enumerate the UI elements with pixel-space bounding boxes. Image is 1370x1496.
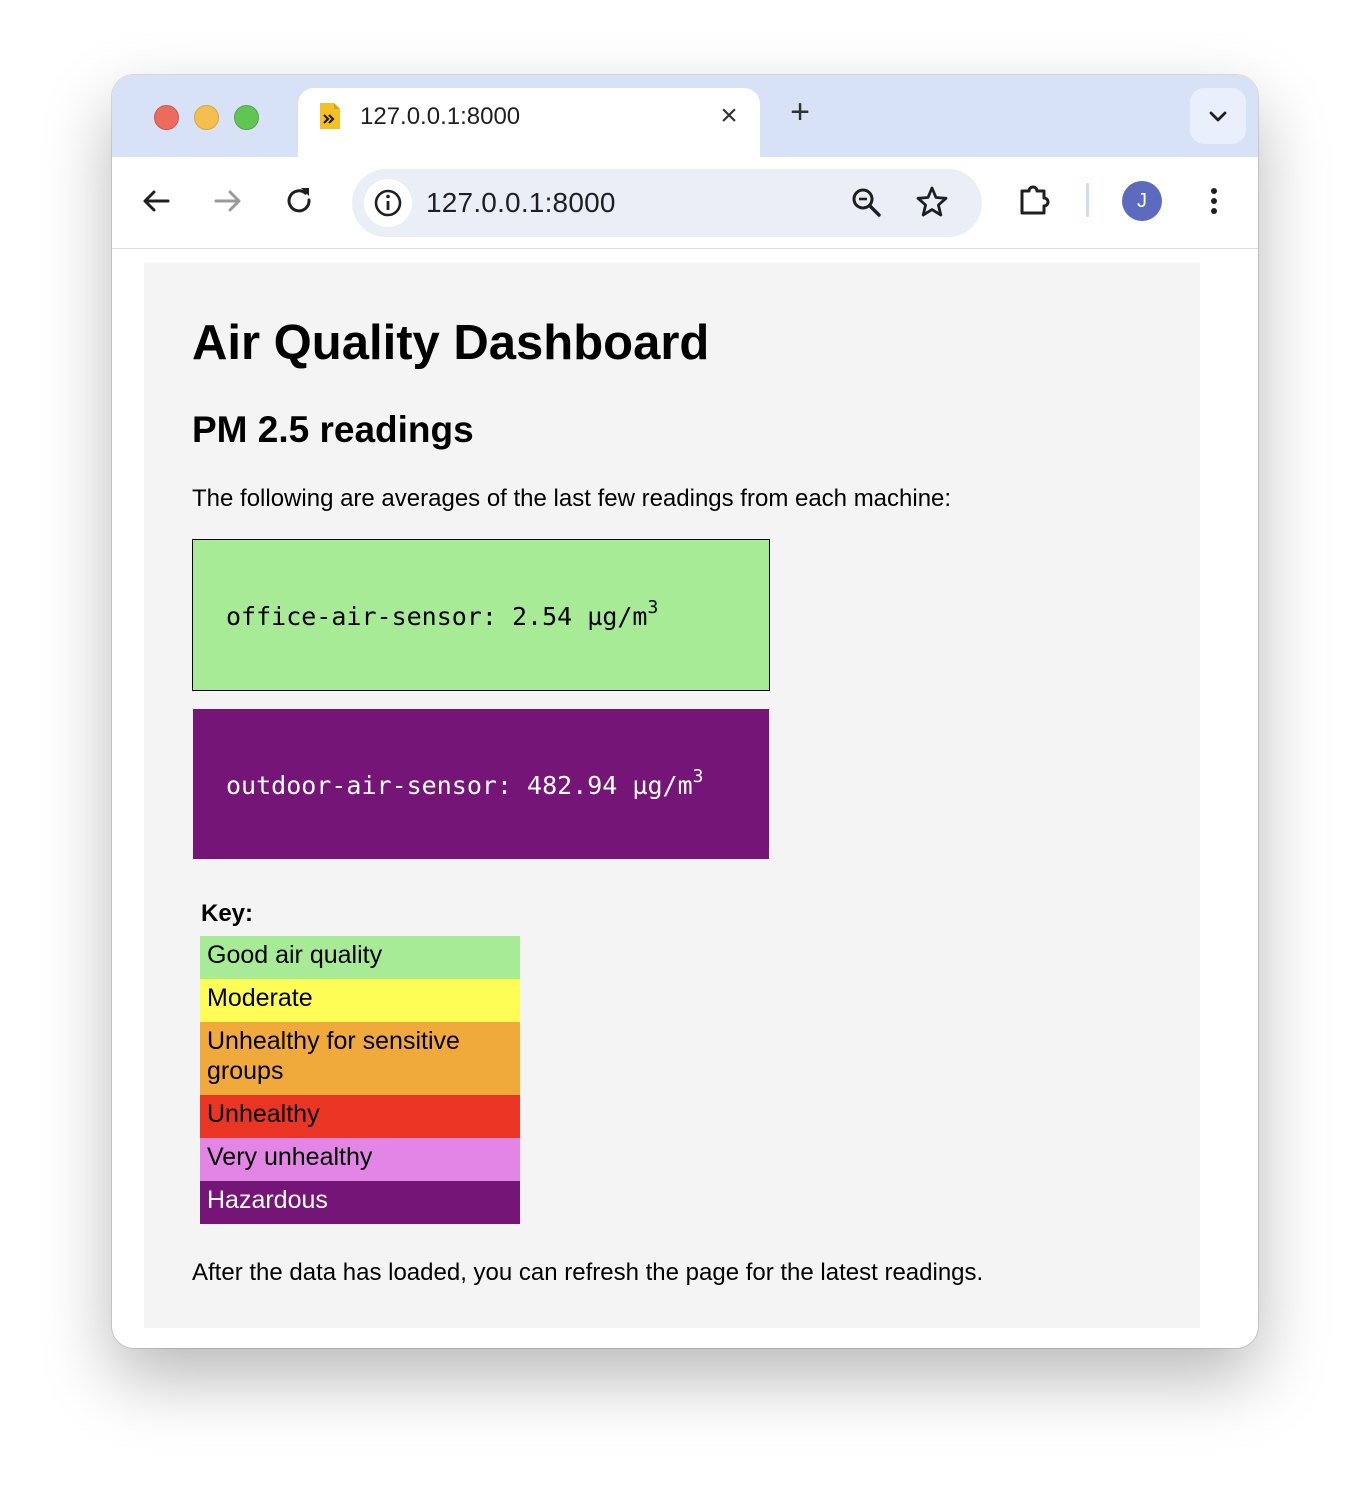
minimize-window-button[interactable] — [194, 105, 219, 130]
extensions-puzzle-icon[interactable] — [1016, 179, 1056, 219]
forward-arrow-icon[interactable] — [210, 183, 246, 219]
footer-note: After the data has loaded, you can refre… — [192, 1259, 984, 1286]
zoom-icon[interactable] — [850, 186, 884, 220]
new-tab-icon[interactable]: + — [784, 95, 816, 129]
intro-text: The following are averages of the last f… — [192, 485, 952, 512]
toolbar-divider — [1086, 183, 1089, 217]
reading-card-office: office-air-sensor: 2.54 µg/m3 — [192, 539, 770, 691]
reading-card-outdoor: outdoor-air-sensor: 482.94 µg/m3 — [193, 709, 769, 859]
url-text[interactable]: 127.0.0.1:8000 — [426, 188, 616, 218]
key-heading: Key: — [201, 900, 254, 927]
reading-unit: µg/m — [587, 602, 648, 631]
section-heading: PM 2.5 readings — [192, 409, 474, 450]
key-item-unhealthy: Unhealthy — [200, 1095, 520, 1138]
bookmark-star-icon[interactable] — [914, 184, 950, 220]
chevron-down-icon — [1209, 111, 1227, 122]
dashboard-container: Air Quality Dashboard PM 2.5 readings Th… — [144, 263, 1200, 1328]
zoom-window-button[interactable] — [234, 105, 259, 130]
browser-window: 127.0.0.1:8000 × + 127.0.0.1:8000 J Air … — [112, 75, 1258, 1348]
reading-text: outdoor-air-sensor: 482.94 µg/m3 — [226, 765, 704, 800]
reading-unit: µg/m — [632, 771, 693, 800]
key-item-very-unhealthy: Very unhealthy — [200, 1138, 520, 1181]
tab-close-icon[interactable]: × — [714, 101, 744, 132]
key-item-moderate: Moderate — [200, 979, 520, 1022]
page-viewport: Air Quality Dashboard PM 2.5 readings Th… — [112, 250, 1258, 1348]
key-item-good: Good air quality — [200, 936, 520, 979]
document-favicon-icon — [320, 103, 340, 129]
tab-strip: 127.0.0.1:8000 × + — [112, 75, 1258, 157]
unit-exponent: 3 — [692, 765, 704, 787]
info-icon — [374, 189, 402, 217]
browser-toolbar: 127.0.0.1:8000 J — [112, 157, 1258, 249]
unit-exponent: 3 — [647, 596, 659, 618]
sensor-name: office-air-sensor — [226, 602, 482, 631]
tab-title: 127.0.0.1:8000 — [360, 103, 521, 130]
profile-avatar[interactable]: J — [1122, 181, 1162, 221]
tab-active[interactable]: 127.0.0.1:8000 × — [298, 88, 760, 157]
key-item-hazardous: Hazardous — [200, 1181, 520, 1224]
reading-value: 2.54 — [511, 602, 573, 631]
page-title: Air Quality Dashboard — [192, 316, 710, 370]
address-bar[interactable]: 127.0.0.1:8000 — [352, 169, 982, 237]
reading-value: 482.94 — [527, 771, 618, 800]
sensor-name: outdoor-air-sensor — [226, 771, 497, 800]
site-info-button[interactable] — [364, 179, 412, 227]
tab-search-button[interactable] — [1190, 88, 1246, 144]
key-legend: Good air quality Moderate Unhealthy for … — [200, 936, 520, 1224]
close-window-button[interactable] — [154, 105, 179, 130]
reading-text: office-air-sensor: 2.54 µg/m3 — [226, 596, 659, 631]
reload-icon[interactable] — [282, 183, 318, 219]
key-item-unhealthy-sensitive: Unhealthy for sensitive groups — [200, 1022, 520, 1095]
more-menu-icon[interactable] — [1196, 181, 1232, 221]
back-arrow-icon[interactable] — [138, 183, 174, 219]
